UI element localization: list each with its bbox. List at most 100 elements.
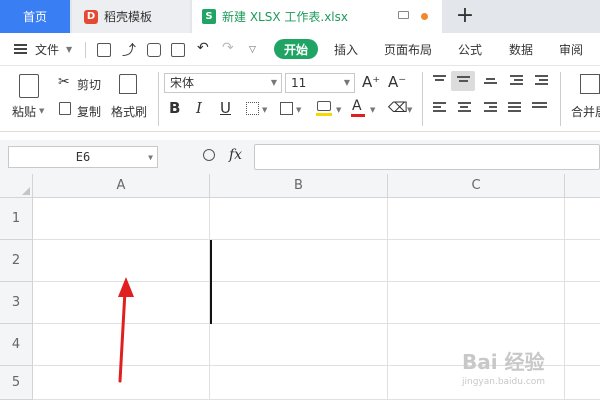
cell-c1[interactable] xyxy=(388,198,565,240)
row-header-3[interactable]: 3 xyxy=(0,282,33,324)
italic-button[interactable]: I xyxy=(196,99,202,117)
font-color-button[interactable]: A xyxy=(352,97,362,115)
unsaved-dot-icon xyxy=(421,13,428,20)
paste-icon[interactable] xyxy=(19,74,39,98)
justify-icon[interactable] xyxy=(508,102,521,113)
align-center-icon[interactable] xyxy=(458,102,471,113)
fill-color-icon[interactable] xyxy=(317,101,331,111)
decrease-indent-icon[interactable] xyxy=(510,75,523,86)
format-painter-icon[interactable] xyxy=(119,74,137,94)
increase-font-button[interactable]: A⁺ xyxy=(362,73,380,91)
customize-toolbar-icon[interactable]: ▽ xyxy=(249,45,256,55)
tab-spreadsheet[interactable]: S 新建 XLSX 工作表.xlsx xyxy=(192,0,442,33)
copy-button[interactable]: 复制 xyxy=(77,103,101,120)
underline-button[interactable]: U xyxy=(220,99,231,117)
cell-b3[interactable] xyxy=(210,282,388,324)
new-tab-button[interactable]: + xyxy=(455,3,475,29)
cell-style-icon[interactable] xyxy=(280,102,293,115)
cell-a1[interactable] xyxy=(33,198,210,240)
increase-indent-icon[interactable] xyxy=(535,75,548,86)
align-right-icon[interactable] xyxy=(484,102,497,113)
tab-home[interactable]: 首页 xyxy=(0,0,70,33)
select-all-button[interactable] xyxy=(0,174,33,198)
format-painter-button[interactable]: 格式刷 xyxy=(111,103,147,120)
bold-button[interactable]: B xyxy=(169,99,180,117)
cell-d1[interactable] xyxy=(565,198,600,240)
column-header-d[interactable] xyxy=(565,174,600,198)
chevron-down-icon: ▼ xyxy=(270,78,277,87)
decrease-font-button[interactable]: A⁻ xyxy=(388,73,406,91)
merge-cells-icon[interactable] xyxy=(580,74,600,94)
tab-formulas[interactable]: 公式 xyxy=(458,41,482,58)
divider xyxy=(422,72,423,126)
chevron-down-icon[interactable]: ▼ xyxy=(407,106,412,114)
hamburger-icon[interactable] xyxy=(14,44,27,54)
cell-d2[interactable] xyxy=(565,240,600,282)
share-icon[interactable]: ⤴ xyxy=(122,40,136,60)
cell-b5[interactable] xyxy=(210,366,388,400)
redo-icon[interactable]: ↷ xyxy=(222,40,234,56)
chevron-down-icon[interactable]: ▼ xyxy=(370,106,375,114)
align-middle-icon xyxy=(457,76,470,87)
column-header-c[interactable]: C xyxy=(388,174,565,198)
tab-start[interactable]: 开始 xyxy=(274,39,318,59)
save-icon[interactable] xyxy=(97,43,111,57)
align-left-icon[interactable] xyxy=(433,102,446,113)
chevron-down-icon[interactable]: ▼ xyxy=(66,45,72,54)
tab-bar: 首页 D 稻壳模板 S 新建 XLSX 工作表.xlsx + xyxy=(0,0,600,33)
column-header-a[interactable]: A xyxy=(33,174,210,198)
zoom-icon[interactable] xyxy=(203,149,215,161)
cell-d3[interactable] xyxy=(565,282,600,324)
print-preview-icon[interactable] xyxy=(171,43,185,57)
distribute-icon[interactable] xyxy=(532,102,547,113)
font-color-swatch xyxy=(351,114,365,117)
borders-icon[interactable] xyxy=(246,102,259,115)
cell-c2[interactable] xyxy=(388,240,565,282)
chevron-down-icon[interactable]: ▼ xyxy=(39,107,44,115)
font-size-select[interactable]: 11 ▼ xyxy=(285,73,355,93)
watermark-url: jingyan.baidu.com xyxy=(462,377,546,387)
cell-b4[interactable] xyxy=(210,324,388,366)
tab-data[interactable]: 数据 xyxy=(509,41,533,58)
name-box[interactable]: E6 ▼ xyxy=(8,146,158,168)
align-bottom-icon[interactable] xyxy=(484,78,497,89)
formula-bar: E6 ▼ fx xyxy=(0,140,600,174)
formula-input[interactable] xyxy=(254,144,600,170)
cell-b1[interactable] xyxy=(210,198,388,240)
row-header-2[interactable]: 2 xyxy=(0,240,33,282)
eraser-icon[interactable]: ⌫ xyxy=(388,99,408,117)
row-header-5[interactable]: 5 xyxy=(0,366,33,400)
tab-review[interactable]: 审阅 xyxy=(559,41,583,58)
column-resize-guide xyxy=(210,240,212,324)
cell-c3[interactable] xyxy=(388,282,565,324)
paste-button[interactable]: 粘贴 xyxy=(12,103,36,120)
cell-b2[interactable] xyxy=(210,240,388,282)
menu-bar: 文件 ▼ ⤴ ↶ ↷ ▽ 开始 插入 页面布局 公式 数据 审阅 xyxy=(0,33,600,66)
undo-icon[interactable]: ↶ xyxy=(197,40,209,56)
row-header-4[interactable]: 4 xyxy=(0,324,33,366)
scissors-icon[interactable]: ✂ xyxy=(58,74,70,90)
copy-icon[interactable] xyxy=(59,102,71,115)
font-name-value: 宋体 xyxy=(170,76,195,90)
monitor-icon[interactable] xyxy=(398,11,409,19)
insert-function-button[interactable]: fx xyxy=(229,147,242,163)
daoke-logo-icon: D xyxy=(84,9,98,24)
print-icon[interactable] xyxy=(147,43,161,57)
chevron-down-icon[interactable]: ▼ xyxy=(296,106,301,114)
font-name-select[interactable]: 宋体 ▼ xyxy=(164,73,282,93)
cut-button[interactable]: 剪切 xyxy=(77,76,101,93)
tab-insert[interactable]: 插入 xyxy=(334,41,358,58)
tab-daoke-templates[interactable]: D 稻壳模板 xyxy=(72,0,190,33)
row-header-1[interactable]: 1 xyxy=(0,198,33,240)
divider xyxy=(158,72,159,126)
name-box-value: E6 xyxy=(75,150,91,164)
align-top-icon[interactable] xyxy=(433,75,446,86)
chevron-down-icon[interactable]: ▼ xyxy=(262,106,267,114)
merge-button[interactable]: 合并居 xyxy=(571,103,600,120)
tab-page-layout[interactable]: 页面布局 xyxy=(384,41,432,58)
spreadsheet-logo-icon: S xyxy=(202,9,216,24)
column-header-b[interactable]: B xyxy=(210,174,388,198)
menu-file[interactable]: 文件 xyxy=(35,41,59,58)
watermark-logo: Bai 经验 xyxy=(462,350,545,374)
chevron-down-icon[interactable]: ▼ xyxy=(336,106,341,114)
